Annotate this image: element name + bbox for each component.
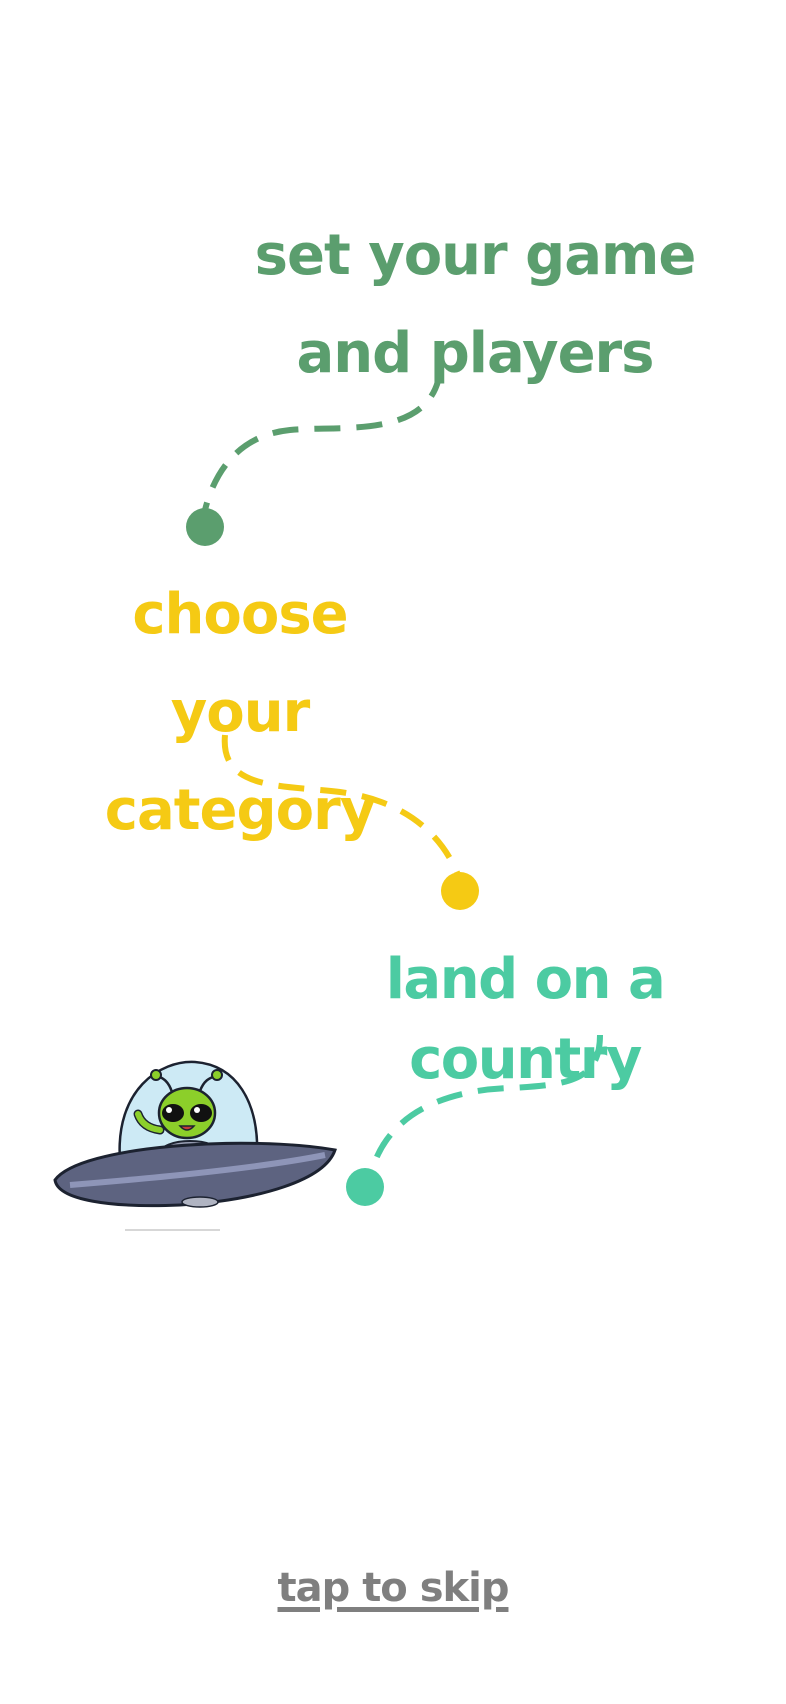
step-2-dot [441,872,479,910]
step-3-dot [346,1168,384,1206]
step-2-text: choose your category [104,582,376,843]
step-1-text: set your game and players [254,223,697,386]
step-1-dot [186,508,224,546]
tap-to-skip-link[interactable]: tap to skip [278,1565,510,1611]
step-3-text: land on a country [385,947,666,1092]
skip-container: tap to skip [0,1565,786,1611]
alien-ufo-icon [53,1060,337,1231]
